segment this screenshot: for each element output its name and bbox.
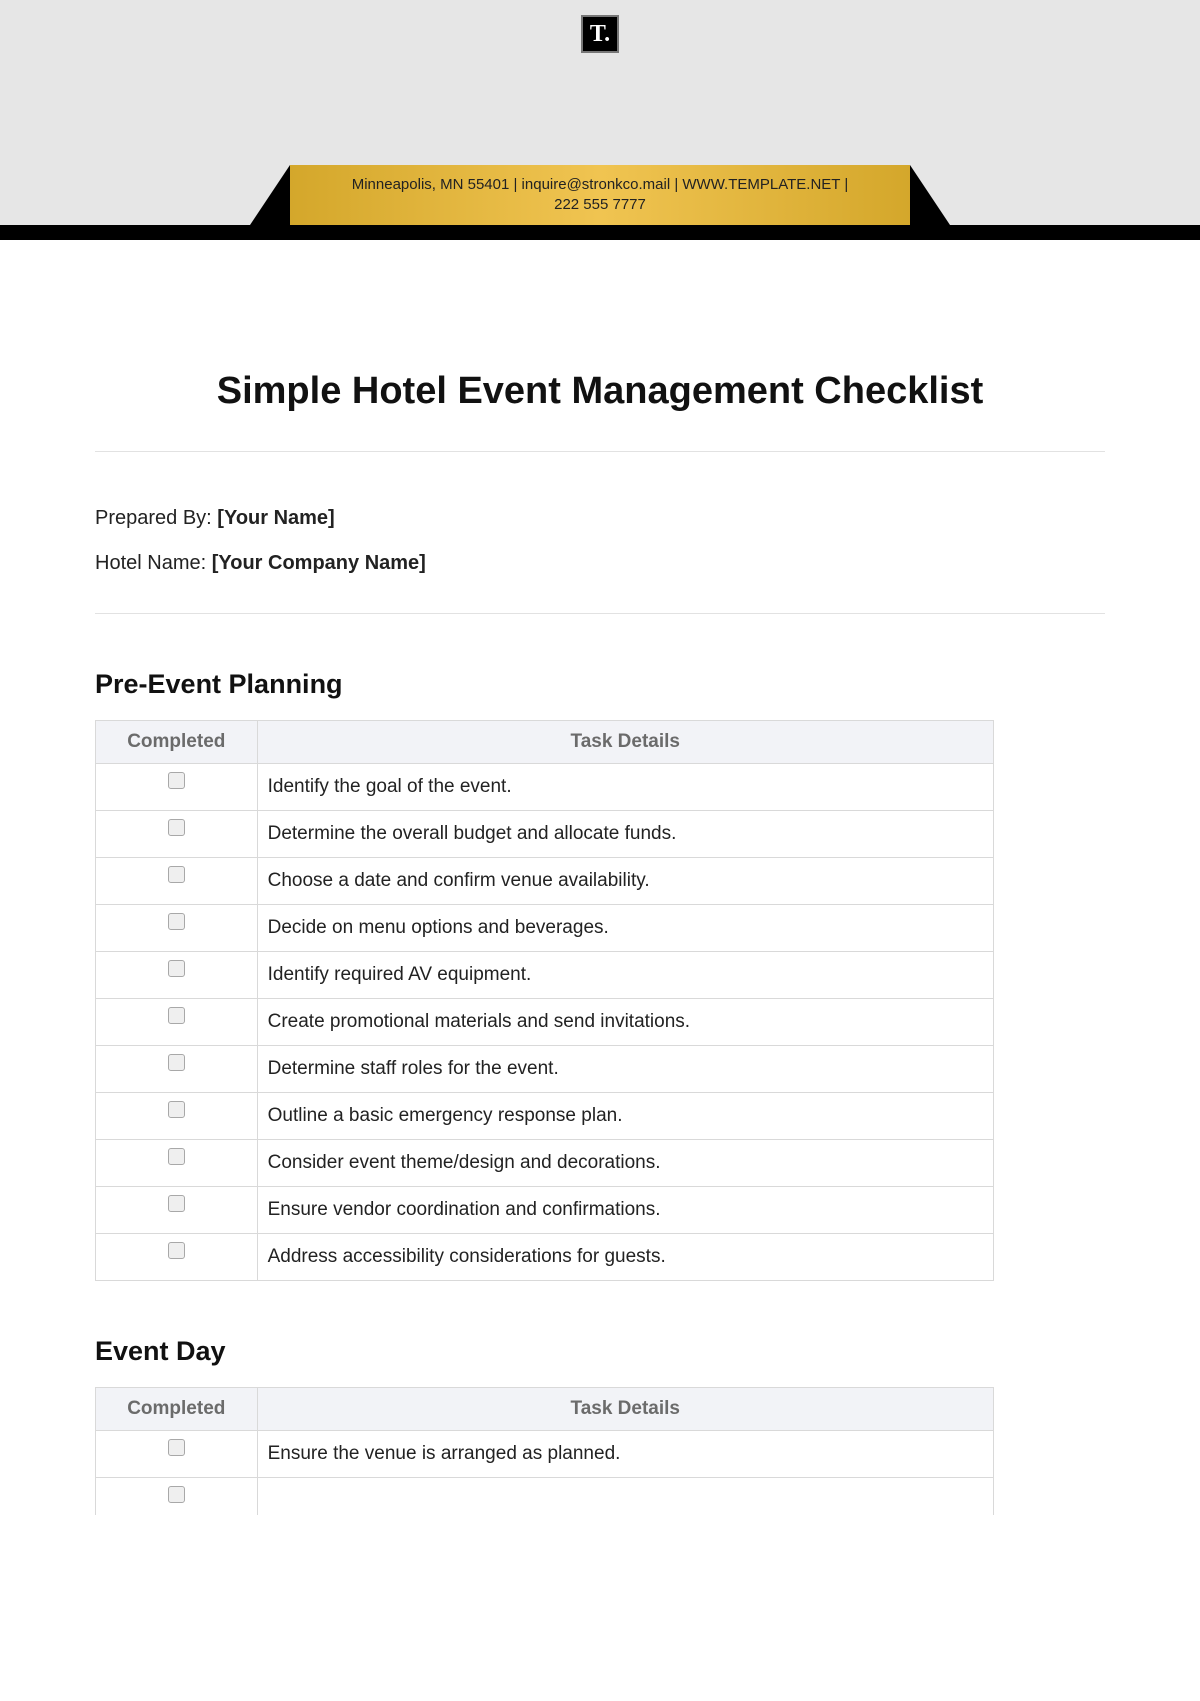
checkbox-icon[interactable] xyxy=(168,1007,185,1024)
checkbox-icon[interactable] xyxy=(168,1242,185,1259)
task-cell: Consider event theme/design and decorati… xyxy=(257,1140,993,1187)
table-header-row: Completed Task Details xyxy=(96,1388,994,1431)
banner-body: Minneapolis, MN 55401 | inquire@stronkco… xyxy=(290,165,910,225)
checkbox-icon[interactable] xyxy=(168,772,185,789)
table-row: Consider event theme/design and decorati… xyxy=(96,1140,994,1187)
checkbox-icon[interactable] xyxy=(168,1486,185,1503)
header-band: T. Minneapolis, MN 55401 | inquire@stron… xyxy=(0,0,1200,225)
checkbox-icon[interactable] xyxy=(168,1054,185,1071)
task-cell: Outline a basic emergency response plan. xyxy=(257,1093,993,1140)
task-cell: Ensure the venue is arranged as planned. xyxy=(257,1431,993,1478)
col-completed: Completed xyxy=(96,1388,258,1431)
divider-2 xyxy=(95,613,1105,614)
table-header-row: Completed Task Details xyxy=(96,721,994,764)
table-row: Ensure the venue is arranged as planned. xyxy=(96,1431,994,1478)
task-cell: Identify required AV equipment. xyxy=(257,952,993,999)
hotel-name-value: [Your Company Name] xyxy=(212,552,426,574)
table-row xyxy=(96,1478,994,1516)
table-row: Decide on menu options and beverages. xyxy=(96,905,994,952)
checkbox-icon[interactable] xyxy=(168,1439,185,1456)
prepared-by-value: [Your Name] xyxy=(217,507,334,529)
checkbox-icon[interactable] xyxy=(168,1195,185,1212)
prepared-by-label: Prepared By: xyxy=(95,507,217,529)
table-row: Identify required AV equipment. xyxy=(96,952,994,999)
table-pre-event: Completed Task Details Identify the goal… xyxy=(95,720,994,1281)
col-completed: Completed xyxy=(96,721,258,764)
header-banner: Minneapolis, MN 55401 | inquire@stronkco… xyxy=(250,165,950,225)
hotel-name-label: Hotel Name: xyxy=(95,552,212,574)
task-cell: Address accessibility considerations for… xyxy=(257,1234,993,1281)
header-black-strip xyxy=(0,225,1200,240)
banner-wing-right xyxy=(910,165,950,225)
table-row: Identify the goal of the event. xyxy=(96,764,994,811)
checkbox-icon[interactable] xyxy=(168,960,185,977)
table-row: Address accessibility considerations for… xyxy=(96,1234,994,1281)
table-row: Determine staff roles for the event. xyxy=(96,1046,994,1093)
checkbox-icon[interactable] xyxy=(168,1101,185,1118)
logo-icon: T. xyxy=(581,15,619,53)
banner-line-2: 222 555 7777 xyxy=(554,195,646,215)
table-row: Choose a date and confirm venue availabi… xyxy=(96,858,994,905)
page-title: Simple Hotel Event Management Checklist xyxy=(95,370,1105,413)
task-cell: Determine staff roles for the event. xyxy=(257,1046,993,1093)
task-cell: Ensure vendor coordination and confirmat… xyxy=(257,1187,993,1234)
task-cell xyxy=(257,1478,993,1516)
checkbox-icon[interactable] xyxy=(168,913,185,930)
table-event-day: Completed Task Details Ensure the venue … xyxy=(95,1387,994,1515)
table-row: Ensure vendor coordination and confirmat… xyxy=(96,1187,994,1234)
task-cell: Decide on menu options and beverages. xyxy=(257,905,993,952)
checkbox-icon[interactable] xyxy=(168,1148,185,1165)
divider-1 xyxy=(95,451,1105,452)
table-row: Outline a basic emergency response plan. xyxy=(96,1093,994,1140)
document-body: Simple Hotel Event Management Checklist … xyxy=(0,370,1200,1515)
col-task-details: Task Details xyxy=(257,1388,993,1431)
task-cell: Determine the overall budget and allocat… xyxy=(257,811,993,858)
banner-line-1: Minneapolis, MN 55401 | inquire@stronkco… xyxy=(352,175,849,195)
meta-block: Prepared By: [Your Name] Hotel Name: [Yo… xyxy=(95,507,1105,575)
section-heading-pre-event: Pre-Event Planning xyxy=(95,669,1105,700)
hotel-name-line: Hotel Name: [Your Company Name] xyxy=(95,552,1105,575)
task-cell: Create promotional materials and send in… xyxy=(257,999,993,1046)
checkbox-icon[interactable] xyxy=(168,866,185,883)
task-cell: Choose a date and confirm venue availabi… xyxy=(257,858,993,905)
col-task-details: Task Details xyxy=(257,721,993,764)
table-row: Determine the overall budget and allocat… xyxy=(96,811,994,858)
table-row: Create promotional materials and send in… xyxy=(96,999,994,1046)
section-heading-event-day: Event Day xyxy=(95,1336,1105,1367)
prepared-by-line: Prepared By: [Your Name] xyxy=(95,507,1105,530)
banner-wing-left xyxy=(250,165,290,225)
task-cell: Identify the goal of the event. xyxy=(257,764,993,811)
checkbox-icon[interactable] xyxy=(168,819,185,836)
